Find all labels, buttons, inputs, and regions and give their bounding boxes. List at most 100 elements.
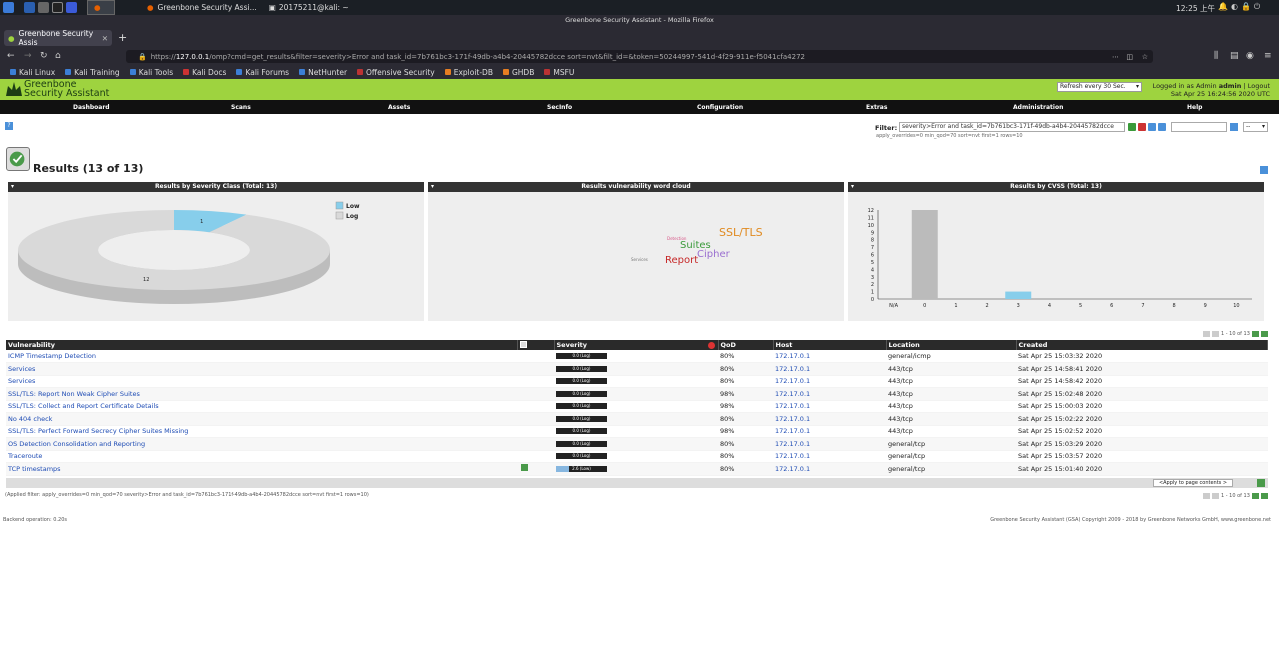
host-link[interactable]: 172.17.0.1 (775, 440, 810, 448)
menu-scans[interactable]: Scans (231, 104, 251, 111)
edit-filter-icon[interactable] (1158, 123, 1166, 131)
workspace-4-icon[interactable] (66, 2, 77, 13)
next-page-icon[interactable] (1251, 331, 1259, 337)
taskbar-item-terminal[interactable]: ▣ 20175211@kali: ~ (263, 0, 355, 15)
vulnerability-link[interactable]: OS Detection Consolidation and Reporting (8, 440, 145, 448)
word-detection[interactable]: Detection (667, 236, 686, 241)
filter-input[interactable]: severity>Error and task_id=7b761bc3-171f… (899, 122, 1125, 132)
home-icon[interactable]: ⌂ (55, 51, 61, 61)
apply-to-select[interactable]: <Apply to page contents > (1153, 479, 1233, 487)
terminal-icon[interactable] (52, 2, 63, 13)
bookmark-kali-tools[interactable]: Kali Tools (129, 68, 173, 77)
help-icon[interactable]: ? (5, 122, 13, 130)
menu-configuration[interactable]: Configuration (697, 104, 743, 111)
col-host[interactable]: Host (773, 340, 887, 350)
panel-title[interactable]: Results by Severity Class (Total: 13) (8, 182, 424, 192)
last-page-icon[interactable] (1260, 493, 1268, 499)
vulnerability-link[interactable]: SSL/TLS: Perfect Forward Secrecy Cipher … (8, 427, 188, 435)
menu-assets[interactable]: Assets (388, 104, 410, 111)
sort-icon[interactable] (707, 342, 715, 349)
col-location[interactable]: Location (886, 340, 1017, 350)
browser-tab[interactable]: ● Greenbone Security Assis ✕ (4, 29, 112, 47)
new-filter-input[interactable] (1171, 122, 1227, 132)
sidebar-icon[interactable]: ▤ (1230, 51, 1239, 61)
menu-icon[interactable]: ≡ (1264, 51, 1272, 61)
col-vulnerability[interactable]: Vulnerability (6, 340, 518, 350)
panel-title[interactable]: Results vulnerability word cloud (428, 182, 844, 192)
menu-administration[interactable]: Administration (1013, 104, 1063, 111)
refresh-select[interactable]: Refresh every 30 Sec. ▾ (1057, 82, 1142, 92)
kali-menu-icon[interactable] (3, 2, 14, 13)
bookmark-ghdb[interactable]: GHDB (502, 68, 534, 77)
url-bar[interactable]: 🔒 https://127.0.0.1/omp?cmd=get_results&… (126, 50, 1153, 63)
edit-dashboard-icon[interactable] (1260, 166, 1268, 174)
word-ssl-tls[interactable]: SSL/TLS (719, 226, 763, 239)
bookmark-kali-training[interactable]: Kali Training (65, 68, 120, 77)
vulnerability-link[interactable]: No 404 check (8, 415, 52, 423)
export-icon[interactable] (1257, 479, 1265, 487)
bar-3[interactable] (1005, 291, 1032, 299)
menu-secinfo[interactable]: SecInfo (547, 104, 572, 111)
word-cipher[interactable]: Cipher (697, 249, 730, 260)
host-link[interactable]: 172.17.0.1 (775, 415, 810, 423)
host-link[interactable]: 172.17.0.1 (775, 465, 810, 473)
col-created[interactable]: Created (1016, 340, 1268, 350)
refresh-filter-icon[interactable] (1128, 123, 1136, 131)
logout-link[interactable]: Logout (1248, 82, 1270, 90)
bookmark-star-icon[interactable]: ☆ (1142, 53, 1148, 61)
account-icon[interactable]: ◉ (1246, 51, 1254, 61)
reload-icon[interactable]: ↻ (40, 51, 48, 61)
host-link[interactable]: 172.17.0.1 (775, 377, 810, 385)
bookmark-kali-linux[interactable]: Kali Linux (10, 68, 55, 77)
new-tab-button[interactable]: + (118, 31, 127, 44)
vulnerability-link[interactable]: ICMP Timestamp Detection (8, 352, 96, 360)
bookmark-kali-forums[interactable]: Kali Forums (236, 68, 289, 77)
host-link[interactable]: 172.17.0.1 (775, 452, 810, 460)
first-page-icon[interactable] (1203, 493, 1210, 499)
last-page-icon[interactable] (1260, 331, 1268, 337)
word-services[interactable]: Services (631, 257, 648, 262)
library-icon[interactable]: ⫼ (1214, 51, 1218, 61)
host-link[interactable]: 172.17.0.1 (775, 365, 810, 373)
panel-title[interactable]: Results by CVSS (Total: 13) (848, 182, 1264, 192)
vulnerability-link[interactable]: TCP timestamps (8, 465, 61, 473)
host-link[interactable]: 172.17.0.1 (775, 402, 810, 410)
word-report[interactable]: Report (665, 255, 698, 266)
first-page-icon[interactable] (1203, 331, 1210, 337)
bookmark-msfu[interactable]: MSFU (544, 68, 574, 77)
page-actions-icon[interactable]: ⋯ (1112, 53, 1119, 61)
bookmark-exploit-db[interactable]: Exploit-DB (444, 68, 493, 77)
delete-filter-icon[interactable] (1138, 123, 1146, 131)
forward-icon[interactable]: → (24, 51, 32, 61)
menu-extras[interactable]: Extras (866, 104, 887, 111)
prev-page-icon[interactable] (1212, 493, 1219, 499)
host-link[interactable]: 172.17.0.1 (775, 427, 810, 435)
col-solution-type[interactable] (517, 340, 555, 350)
bookmark-kali-docs[interactable]: Kali Docs (183, 68, 226, 77)
back-icon[interactable]: ← (7, 51, 15, 61)
vulnerability-link[interactable]: SSL/TLS: Collect and Report Certificate … (8, 402, 159, 410)
host-link[interactable]: 172.17.0.1 (775, 352, 810, 360)
next-page-icon[interactable] (1251, 493, 1259, 499)
vulnerability-link[interactable]: Services (8, 377, 35, 385)
workspace-2-icon[interactable] (38, 2, 49, 13)
menu-dashboard[interactable]: Dashboard (73, 104, 110, 111)
create-filter-icon[interactable] (1230, 123, 1238, 131)
col-qod[interactable]: QoD (718, 340, 774, 350)
prev-page-icon[interactable] (1212, 331, 1219, 337)
pocket-icon[interactable]: ◫ (1126, 53, 1133, 61)
vulnerability-link[interactable]: Traceroute (8, 452, 42, 460)
workspace-1-icon[interactable] (24, 2, 35, 13)
bar-0[interactable] (911, 210, 938, 299)
host-link[interactable]: 172.17.0.1 (775, 390, 810, 398)
help-filter-icon[interactable] (1148, 123, 1156, 131)
vulnerability-link[interactable]: Services (8, 365, 35, 373)
menu-help[interactable]: Help (1187, 104, 1202, 111)
vulnerability-link[interactable]: SSL/TLS: Report Non Weak Cipher Suites (8, 390, 140, 398)
firefox-launcher[interactable]: ● (87, 0, 115, 15)
taskbar-item-firefox[interactable]: ● Greenbone Security Assi... (141, 0, 263, 15)
close-tab-icon[interactable]: ✕ (102, 34, 108, 43)
bookmark-nethunter[interactable]: NetHunter (299, 68, 347, 77)
bookmark-offensive-security[interactable]: Offensive Security (357, 68, 435, 77)
filter-select[interactable]: -- ▾ (1243, 122, 1268, 132)
